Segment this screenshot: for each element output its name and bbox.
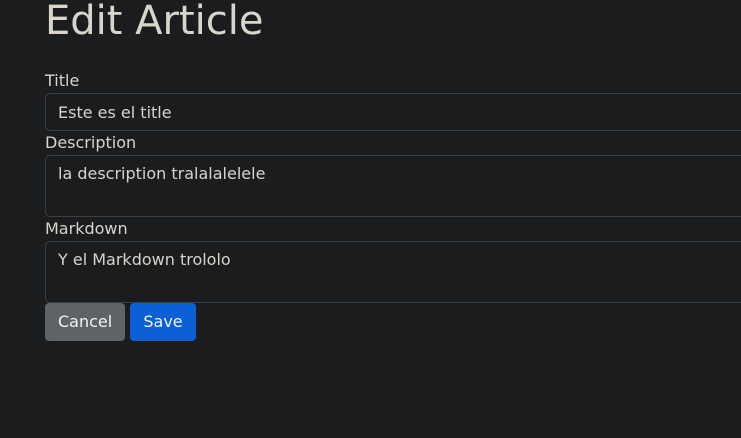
title-input[interactable] <box>45 93 741 131</box>
save-button[interactable]: Save <box>130 303 196 341</box>
cancel-button[interactable]: Cancel <box>45 303 125 341</box>
edit-article-page: Edit Article Title Description la descri… <box>0 0 741 438</box>
markdown-textarea[interactable]: Y el Markdown trololo <box>45 241 741 303</box>
description-label: Description <box>45 133 137 152</box>
markdown-label: Markdown <box>45 219 128 238</box>
description-textarea[interactable]: la description tralalalelele <box>45 155 741 217</box>
page-title: Edit Article <box>45 0 264 44</box>
title-label: Title <box>45 71 80 90</box>
